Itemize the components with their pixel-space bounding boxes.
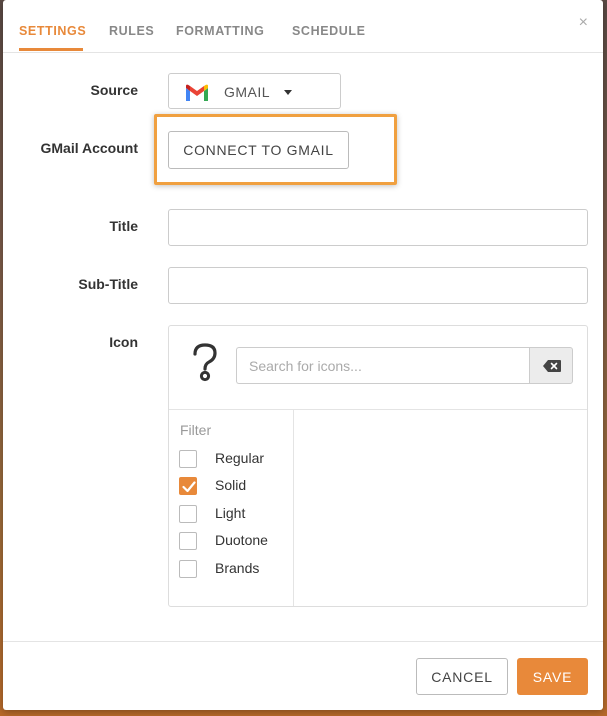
tab-settings[interactable]: SETTINGS: [19, 24, 86, 38]
checkbox[interactable]: [179, 532, 197, 550]
caret-down-icon: [284, 90, 292, 95]
icon-picker: Filter Regular Solid Light Duotone Brand…: [168, 325, 588, 607]
tab-schedule[interactable]: SCHEDULE: [292, 24, 366, 38]
connect-to-gmail-button[interactable]: CONNECT TO GMAIL: [168, 131, 349, 169]
gmail-account-label: GMail Account: [40, 140, 139, 156]
checkbox[interactable]: [179, 560, 197, 578]
cancel-button[interactable]: CANCEL: [416, 658, 508, 695]
close-icon[interactable]: ×: [579, 14, 588, 32]
filter-option-label: Brands: [215, 560, 260, 576]
question-mark-icon[interactable]: [190, 342, 220, 382]
subtitle-label: Sub-Title: [78, 276, 138, 292]
tab-bar: SETTINGS RULES FORMATTING SCHEDULE: [3, 0, 603, 53]
filter-label: Filter: [180, 422, 212, 438]
checkbox[interactable]: [179, 505, 197, 523]
active-tab-indicator: [19, 48, 83, 51]
settings-dialog: SETTINGS RULES FORMATTING SCHEDULE × Sou…: [3, 0, 603, 710]
footer-divider: [3, 641, 603, 642]
checkbox-checked[interactable]: [179, 477, 197, 495]
filter-option-label: Regular: [215, 450, 265, 466]
backspace-icon: [543, 360, 561, 372]
subtitle-input[interactable]: [168, 267, 588, 304]
filter-option-label: Light: [215, 505, 246, 521]
checkmark-icon: [182, 481, 196, 493]
source-dropdown[interactable]: GMAIL: [168, 73, 341, 109]
filter-option-label: Solid: [215, 477, 247, 493]
icon-label: Icon: [109, 334, 138, 350]
filter-option-label: Duotone: [215, 532, 268, 548]
gmail-icon: [186, 84, 208, 101]
tab-formatting[interactable]: FORMATTING: [176, 24, 264, 38]
source-selected-value: GMAIL: [224, 84, 271, 100]
title-label: Title: [109, 218, 138, 234]
panel-divider-vertical: [293, 410, 294, 606]
title-input[interactable]: [168, 209, 588, 246]
clear-search-button[interactable]: [529, 347, 573, 384]
panel-divider: [169, 409, 587, 410]
checkbox[interactable]: [179, 450, 197, 468]
tab-rules[interactable]: RULES: [109, 24, 154, 38]
source-label: Source: [90, 82, 138, 98]
icon-search-input[interactable]: [236, 347, 530, 384]
save-button[interactable]: SAVE: [517, 658, 588, 695]
